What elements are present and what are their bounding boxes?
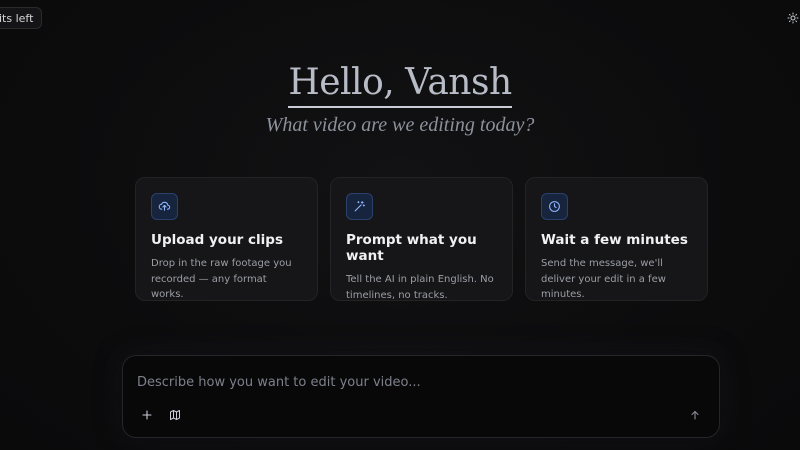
card-wait: Wait a few minutes Send the message, we'… [525,177,708,301]
plus-icon [142,410,152,420]
card-description: Drop in the raw footage you recorded — a… [151,258,292,300]
card-description: Tell the AI in plain English. No timelin… [346,274,494,301]
clock-icon [541,193,568,220]
map-icon [170,410,180,420]
card-prompt: Prompt what you want Tell the AI in plai… [330,177,513,301]
card-upload: Upload your clips Drop in the raw footag… [135,177,318,301]
add-attachment-button[interactable] [138,406,156,424]
prompt-input[interactable] [137,372,697,392]
greeting-subtitle: What video are we editing today? [265,114,535,136]
credits-badge[interactable]: its left [0,7,43,29]
card-description: Send the message, we'll deliver your edi… [541,258,666,300]
onboarding-cards: Upload your clips Drop in the raw footag… [135,177,708,301]
greeting-title: Hello, Vansh [288,60,512,108]
upload-cloud-icon [151,193,178,220]
card-title: Wait a few minutes [541,232,688,248]
prompt-composer [122,355,720,438]
app-root: its left Hello, Vansh What video are we … [0,0,800,450]
storyboard-button[interactable] [166,406,184,424]
credits-label: its left [0,11,34,25]
greeting: Hello, Vansh What video are we editing t… [0,60,800,137]
theme-toggle-button[interactable] [786,10,800,26]
magic-wand-icon [346,193,373,220]
send-button[interactable] [686,406,704,424]
card-title: Prompt what you want [346,232,477,264]
card-title: Upload your clips [151,232,284,248]
arrow-up-icon [691,410,699,420]
sun-icon [787,12,799,24]
